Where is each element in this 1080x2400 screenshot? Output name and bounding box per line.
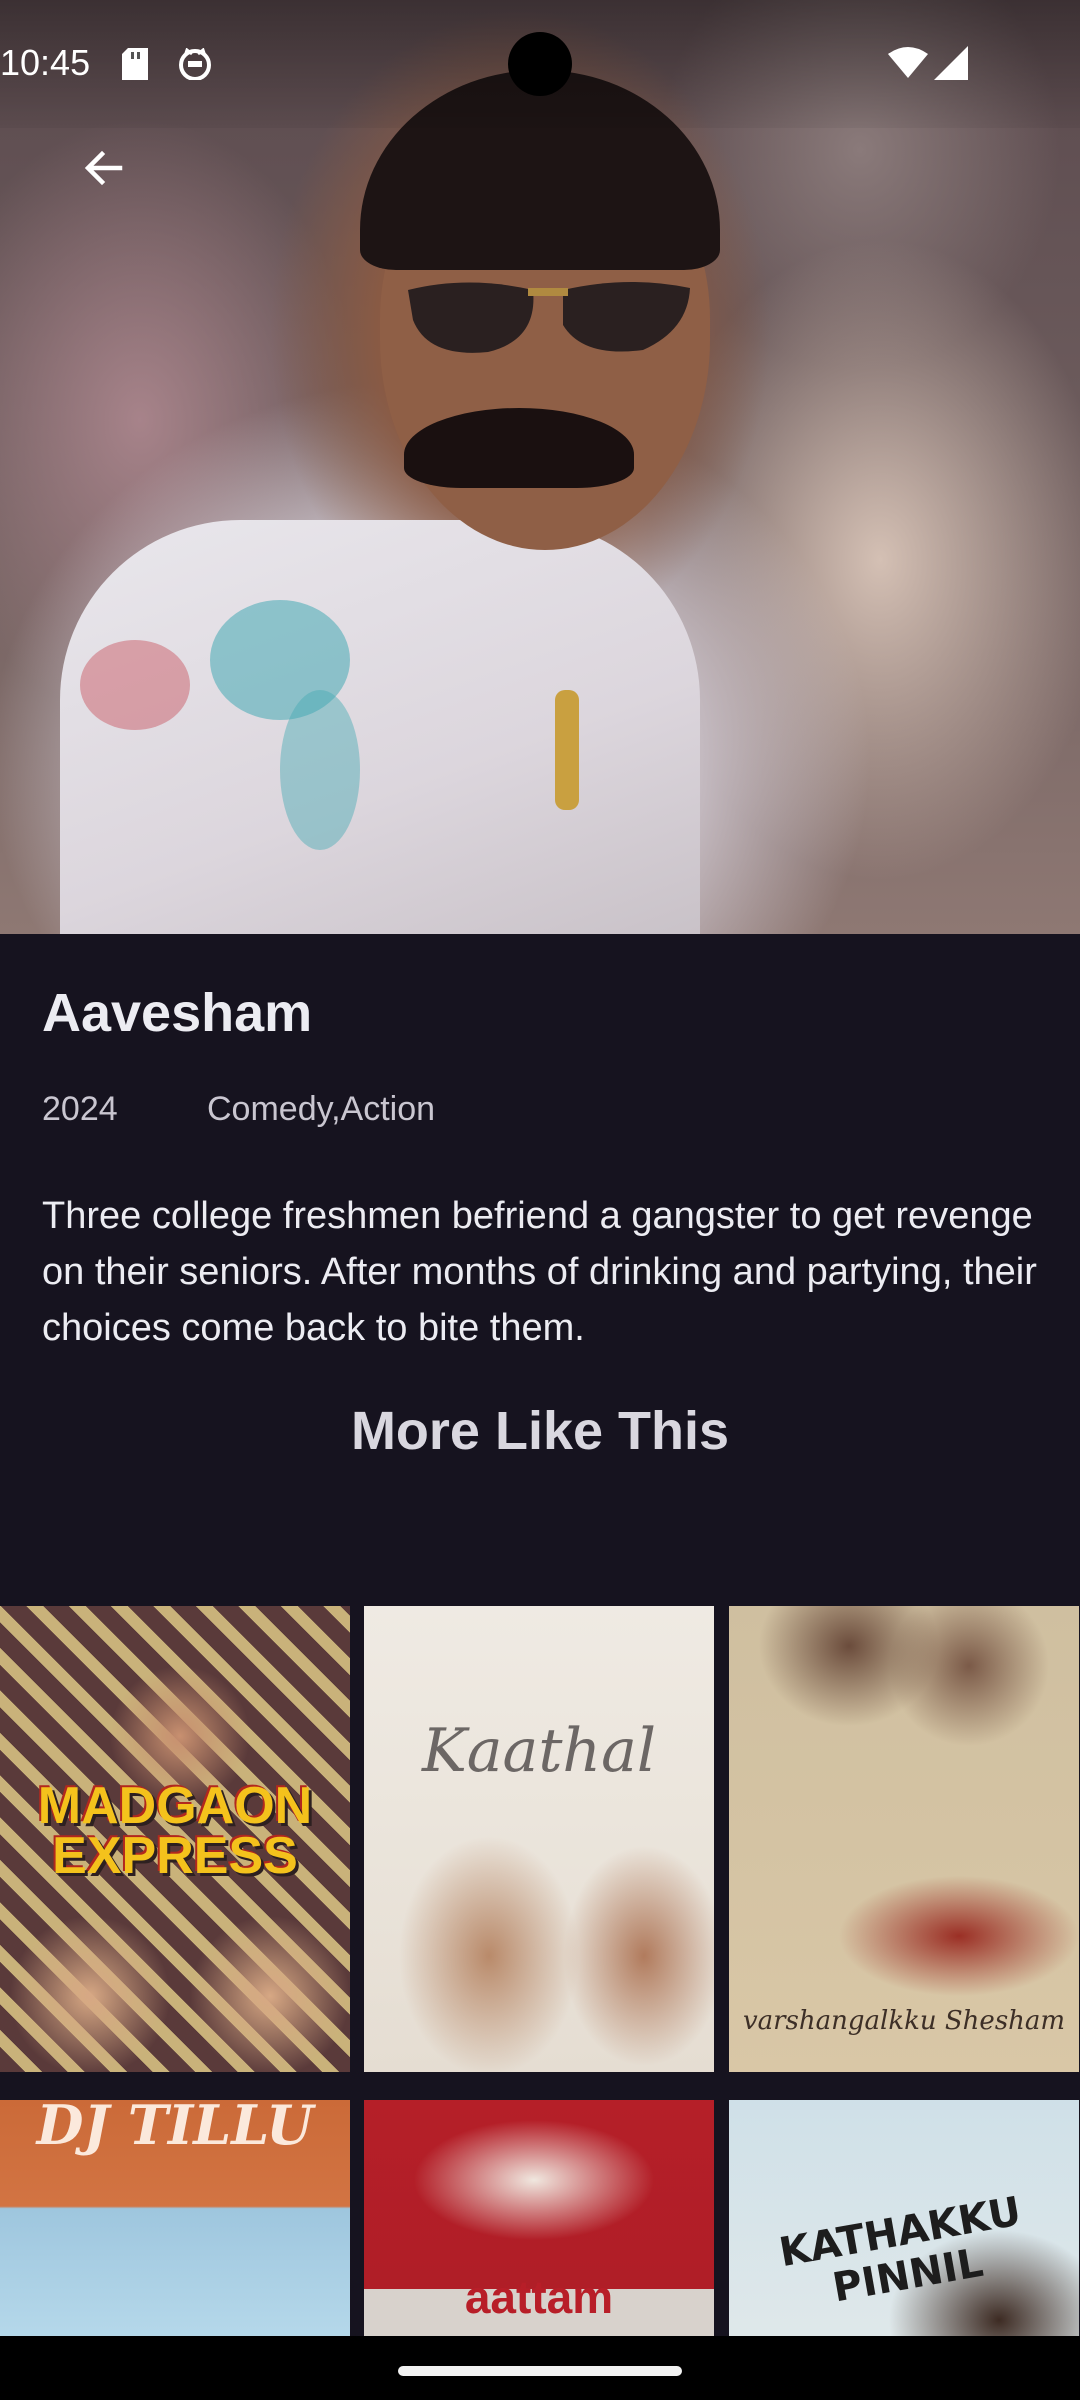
poster-dj-tillu[interactable]: DJ TILLU [0, 2100, 350, 2336]
hero-paint-stain [280, 690, 360, 850]
movie-title: Aavesham [42, 983, 313, 1043]
hero-chain [555, 690, 579, 810]
poster-title: KATHAKKU PINNIL [775, 2188, 1025, 2312]
poster-title: MADGAON EXPRESS [37, 1777, 313, 1885]
poster-title: Kaathal [421, 1716, 657, 1786]
home-indicator[interactable] [398, 2366, 682, 2376]
cat-face-icon [178, 47, 212, 84]
status-bar: 10:45 [0, 0, 1080, 128]
status-time: 10:45 [0, 42, 91, 83]
movie-genres: Comedy,Action [207, 1090, 436, 1128]
poster-kaathal[interactable]: Kaathal [364, 1606, 714, 2072]
camera-cutout [508, 32, 572, 96]
sunglasses-shape [408, 281, 690, 353]
poster-title: aattam [464, 2271, 614, 2323]
poster-title: varshangalkku Shesham [742, 2006, 1066, 2036]
poster-kathakku-pinnil[interactable]: KATHAKKU PINNIL [729, 2100, 1079, 2336]
hero-paint-stain [80, 640, 190, 730]
sd-card-icon [122, 48, 148, 84]
poster-aattam[interactable]: aattam [364, 2100, 714, 2336]
back-arrow-icon [84, 150, 123, 186]
wifi-icon [888, 46, 928, 82]
cell-signal-icon [934, 46, 968, 84]
back-button[interactable] [72, 136, 136, 200]
poster-varshangalkku-shesham[interactable]: varshangalkku Shesham [729, 1606, 1079, 2072]
movie-description: Three college freshmen befriend a gangst… [42, 1195, 1037, 1349]
poster-title: DJ TILLU [36, 2100, 314, 2157]
movie-year: 2024 [42, 1090, 118, 1128]
hero-backdrop-image [0, 0, 1080, 934]
more-like-this-title: More Like This [350, 1401, 730, 1461]
hero-shirt [60, 520, 700, 934]
poster-madgaon-express[interactable]: MADGAON EXPRESS [0, 1606, 350, 2072]
